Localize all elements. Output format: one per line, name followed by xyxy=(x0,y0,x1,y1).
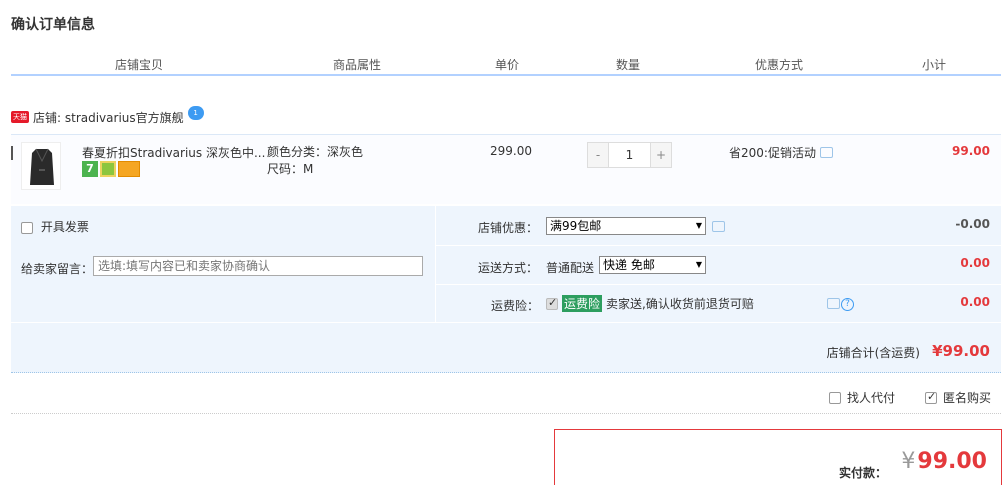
insurance-amount: 0.00 xyxy=(960,295,990,309)
shop-row: 天猫 店铺: stradivarius官方旗舰 1 xyxy=(11,106,204,126)
page-title: 确认订单信息 xyxy=(11,17,95,33)
currency-symbol: ¥ xyxy=(901,449,916,474)
insurance-option: 运费险 卖家送,确认收货前退货可赔 xyxy=(546,295,754,312)
qty-increase-button[interactable]: + xyxy=(651,143,671,167)
invoice-label: 开具发票 xyxy=(40,220,89,234)
message-label: 给卖家留言： xyxy=(21,262,94,276)
shop-total-amount: ¥99.00 xyxy=(932,342,990,360)
column-header-subtotal: 小计 xyxy=(921,58,946,72)
dropdown-arrow-icon: ▼ xyxy=(695,221,702,230)
comment-icon[interactable] xyxy=(712,221,725,232)
message-input[interactable] xyxy=(93,256,423,276)
tmall-logo-icon: 天猫 xyxy=(11,111,29,123)
service-badges: 7 xyxy=(82,161,140,177)
chat-icon[interactable]: 1 xyxy=(187,106,204,120)
shipping-amount: 0.00 xyxy=(960,256,990,270)
seven-day-return-icon[interactable]: 7 xyxy=(82,161,98,177)
shop-discount-amount: -0.00 xyxy=(955,217,990,231)
qty-decrease-button[interactable]: - xyxy=(588,143,608,167)
item-subtotal: 99.00 xyxy=(952,144,990,158)
column-header-attributes: 商品属性 xyxy=(332,58,381,72)
credit-card-icon[interactable] xyxy=(118,161,140,177)
pay-for-me-option: 找人代付 xyxy=(829,389,895,406)
insurance-icons: ? xyxy=(827,298,854,311)
dropdown-arrow-icon: ▼ xyxy=(695,260,702,269)
shop-name[interactable]: 店铺: stradivarius官方旗舰 xyxy=(33,109,184,126)
payment-amount: ¥99.00 xyxy=(901,449,987,474)
column-header-price: 单价 xyxy=(494,58,519,72)
guarantee-icon[interactable] xyxy=(100,161,116,177)
promotion: 省200:促销活动 xyxy=(729,144,833,161)
product-title[interactable]: 春夏折扣Stradivarius 深灰色中... xyxy=(82,144,265,161)
comment-icon[interactable] xyxy=(819,147,833,158)
anonymous-option: 匿名购买 xyxy=(925,389,991,406)
invoice-checkbox[interactable] xyxy=(21,221,33,234)
insurance-tag: 运费险 xyxy=(562,295,603,312)
attr-size: 尺码：M xyxy=(267,162,314,176)
product-thumbnail[interactable] xyxy=(21,142,61,190)
insurance-label: 运费险： xyxy=(491,299,540,313)
shipping-label: 运送方式： xyxy=(478,261,539,275)
pay-for-me-label: 找人代付 xyxy=(847,391,896,405)
anonymous-checkbox[interactable] xyxy=(925,390,937,404)
shipping-method: 普通配送 xyxy=(546,261,595,275)
comment-icon[interactable] xyxy=(827,298,840,309)
quantity-stepper: - 1 + xyxy=(587,142,672,168)
shop-total-label: 店铺合计(含运费) xyxy=(826,346,920,360)
product-attributes: 颜色分类：深灰色 尺码：M xyxy=(267,144,363,178)
column-header-items: 店铺宝贝 xyxy=(114,58,163,72)
anonymous-label: 匿名购买 xyxy=(943,391,992,405)
insurance-text: 卖家送,确认收货前退货可赔 xyxy=(606,297,754,311)
column-header-promotion: 优惠方式 xyxy=(754,58,803,72)
attr-color: 颜色分类：深灰色 xyxy=(267,145,364,159)
item-marker xyxy=(11,146,13,160)
column-header-row: 店铺宝贝 商品属性 单价 数量 优惠方式 小计 xyxy=(11,52,1001,76)
promotion-text: 省200:促销活动 xyxy=(729,146,816,160)
payment-label: 实付款： xyxy=(838,466,887,480)
shipping-select[interactable]: 快递 免邮 ▼ xyxy=(599,256,706,274)
qty-input[interactable]: 1 xyxy=(608,143,651,167)
shop-discount-select[interactable]: 满99包邮 ▼ xyxy=(546,217,706,235)
invoice-option: 开具发票 xyxy=(21,218,89,235)
shop-discount-label: 店铺优惠： xyxy=(478,221,539,235)
unit-price: 299.00 xyxy=(490,144,532,158)
help-icon[interactable]: ? xyxy=(841,298,854,311)
pay-for-me-checkbox[interactable] xyxy=(829,391,841,404)
column-header-quantity: 数量 xyxy=(615,58,640,72)
insurance-checkbox[interactable] xyxy=(546,296,558,310)
